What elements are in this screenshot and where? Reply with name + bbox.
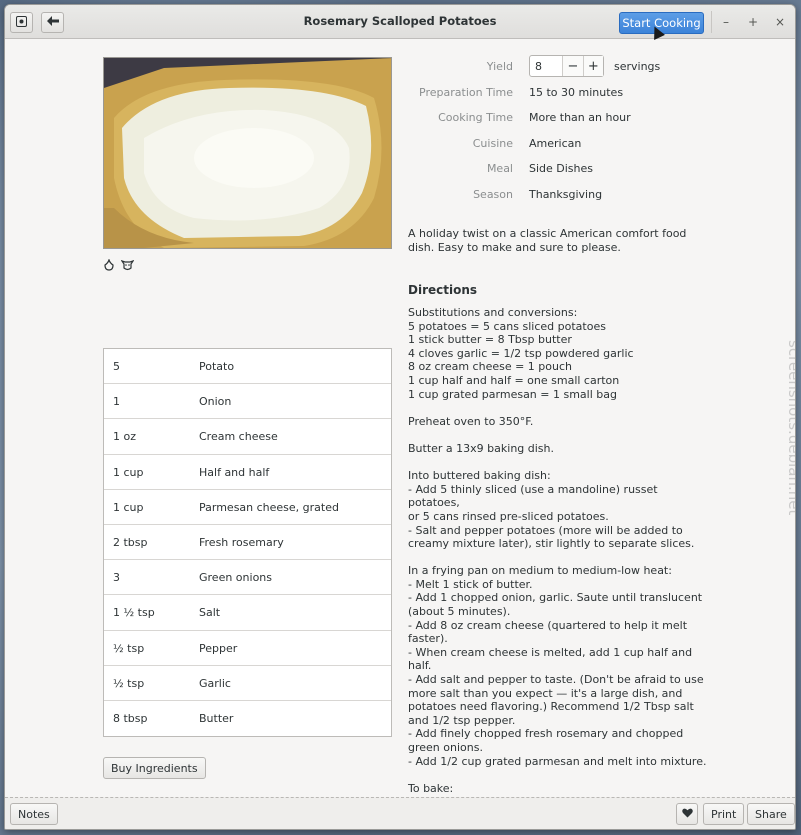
- detail-row-meal: Meal Side Dishes: [405, 159, 705, 179]
- ingredient-name: Butter: [199, 711, 234, 725]
- cow-icon: [120, 259, 135, 274]
- ingredient-name: Garlic: [199, 676, 231, 690]
- plus-icon: +: [587, 58, 599, 74]
- ingredient-name: Half and half: [199, 465, 270, 479]
- detail-value: More than an hour: [529, 111, 631, 124]
- favorite-button[interactable]: [676, 803, 698, 825]
- directions-text: Substitutions and conversions: 5 potatoe…: [408, 306, 707, 797]
- ingredient-name: Green onions: [199, 571, 272, 585]
- recipe-description: A holiday twist on a classic American co…: [408, 227, 687, 254]
- ingredient-name: Fresh rosemary: [199, 535, 284, 549]
- detail-value: Side Dishes: [529, 162, 594, 175]
- yield-unit: servings: [614, 60, 661, 73]
- recipe-photo[interactable]: [103, 57, 392, 249]
- minimize-icon: –: [723, 15, 729, 29]
- maximize-button[interactable]: +: [744, 13, 762, 31]
- yield-label: Yield: [486, 60, 513, 73]
- ingredient-amount: 1 cup: [113, 500, 144, 514]
- header-bar: Rosemary Scalloped Potatoes Start Cookin…: [5, 5, 795, 40]
- ingredient-amount: 8 tbsp: [113, 711, 148, 725]
- maximize-icon: +: [747, 15, 759, 29]
- yield-input[interactable]: 8: [530, 56, 562, 76]
- ingredient-row[interactable]: 1 oz Cream cheese: [104, 419, 391, 455]
- ingredient-amount: ½ tsp: [113, 676, 145, 690]
- detail-value: 15 to 30 minutes: [529, 86, 624, 99]
- bottom-bar: Notes Print Share: [5, 797, 795, 829]
- ingredient-row[interactable]: ½ tsp Garlic: [104, 666, 391, 701]
- detail-row-cooking-time: Cooking Time More than an hour: [405, 108, 705, 128]
- recipe-photo-image: [104, 58, 391, 248]
- ingredient-amount: 5: [113, 360, 120, 373]
- detail-label: Cuisine: [472, 137, 513, 150]
- yield-row: Yield 8 − + servings: [405, 55, 705, 77]
- recipe-window: Rosemary Scalloped Potatoes Start Cookin…: [4, 4, 796, 830]
- detail-row-season: Season Thanksgiving: [405, 185, 705, 205]
- detail-label: Season: [473, 188, 513, 201]
- ingredient-row[interactable]: 2 tbsp Fresh rosemary: [104, 525, 391, 561]
- onion-icon: [103, 258, 115, 274]
- detail-row-preparation-time: Preparation Time 15 to 30 minutes: [405, 83, 705, 103]
- header-separator: [711, 11, 712, 33]
- recipe-content: Yield 8 − + servings Preparation Time 15…: [5, 40, 795, 797]
- ingredient-amount: 2 tbsp: [113, 535, 148, 549]
- ingredient-name: Parmesan cheese, grated: [199, 500, 339, 514]
- detail-label: Cooking Time: [438, 111, 513, 124]
- watermark-text: screenshots.debian.net: [785, 340, 795, 516]
- ingredient-name: Cream cheese: [199, 430, 278, 444]
- ingredient-name: Salt: [199, 606, 221, 620]
- ingredient-amount: 1 cup: [113, 465, 144, 479]
- minus-icon: −: [567, 58, 579, 74]
- ingredient-name: Onion: [199, 395, 232, 409]
- ingredient-row[interactable]: 1 cup Half and half: [104, 455, 391, 490]
- detail-label: Meal: [486, 162, 513, 175]
- close-button[interactable]: ×: [771, 13, 789, 31]
- ingredient-row[interactable]: 1 ½ tsp Salt: [104, 595, 391, 631]
- ingredient-row[interactable]: 8 tbsp Butter: [104, 701, 391, 736]
- ingredient-row[interactable]: 5 Potato: [104, 349, 391, 385]
- ingredients-list: 5 Potato 1 Onion 1 oz Cream cheese 1 cup Half a…: [103, 348, 392, 738]
- share-button[interactable]: Share: [747, 803, 795, 825]
- ingredient-row[interactable]: 1 cup Parmesan cheese, grated: [104, 490, 391, 525]
- directions-heading: Directions: [408, 283, 478, 297]
- ingredient-amount: 3: [113, 571, 120, 585]
- notes-button[interactable]: Notes: [10, 803, 58, 825]
- minimize-button[interactable]: –: [717, 13, 735, 31]
- ingredient-name: Potato: [199, 360, 235, 373]
- ingredient-amount: 1 ½ tsp: [113, 606, 155, 620]
- yield-stepper: 8 − +: [529, 55, 604, 77]
- detail-value: American: [529, 137, 582, 150]
- detail-label: Preparation Time: [419, 86, 513, 99]
- detail-value: Thanksgiving: [529, 188, 603, 201]
- detail-row-cuisine: Cuisine American: [405, 134, 705, 154]
- ingredient-amount: 1: [113, 395, 120, 409]
- yield-decrement-button[interactable]: −: [562, 56, 583, 76]
- ingredient-row[interactable]: 3 Green onions: [104, 560, 391, 596]
- heart-icon: [681, 808, 693, 821]
- ingredient-name: Pepper: [199, 641, 238, 655]
- yield-increment-button[interactable]: +: [582, 56, 603, 76]
- ingredient-row[interactable]: ½ tsp Pepper: [104, 631, 391, 666]
- buy-ingredients-button[interactable]: Buy Ingredients: [103, 757, 206, 779]
- close-icon: ×: [774, 15, 786, 29]
- print-button[interactable]: Print: [703, 803, 745, 825]
- ingredient-amount: ½ tsp: [113, 641, 145, 655]
- ingredient-row[interactable]: 1 Onion: [104, 384, 391, 420]
- ingredient-amount: 1 oz: [113, 430, 136, 444]
- recipe-attribute-icons: [103, 258, 135, 274]
